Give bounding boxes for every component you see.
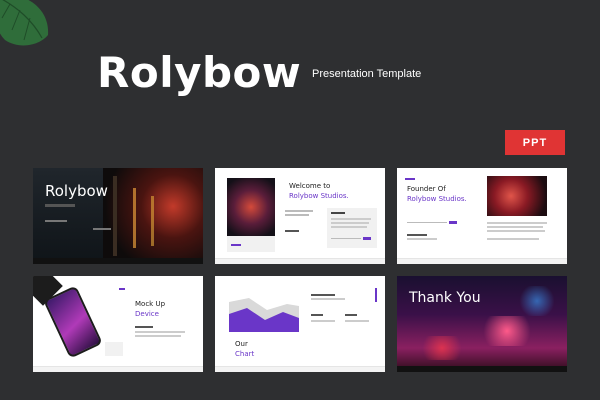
slide-chart-title-1: Our <box>235 340 248 348</box>
slide-founder-title-1: Founder Of <box>407 185 446 193</box>
slide-thumbnail-welcome[interactable]: Welcome to Rolybow Studios. <box>215 168 385 264</box>
page-title: Rolybow <box>97 48 302 97</box>
monstera-leaf-icon <box>0 0 49 46</box>
slide-thumbnail-founder[interactable]: Founder Of Rolybow Studios. <box>397 168 567 264</box>
slide-thumbnail-thankyou[interactable]: Thank You <box>397 276 567 372</box>
slide-thumbnail-chart[interactable]: Our Chart <box>215 276 385 372</box>
slide-thumbnail-mockup[interactable]: Mock Up Device <box>33 276 203 372</box>
slide-mockup-title-1: Mock Up <box>135 300 166 308</box>
slide-welcome-title-1: Welcome to <box>289 182 331 190</box>
slide-welcome-title-2: Rolybow Studios. <box>289 192 349 200</box>
page-subtitle: Presentation Template <box>312 68 422 80</box>
slide-founder-title-2: Rolybow Studios. <box>407 195 467 203</box>
slide-thankyou-title: Thank You <box>409 290 481 306</box>
ppt-badge[interactable]: PPT <box>505 130 565 155</box>
slide-mockup-title-2: Device <box>135 310 159 318</box>
slide-chart-title-2: Chart <box>235 350 255 358</box>
slide-cover-title: Rolybow <box>45 182 108 200</box>
area-chart-graphic <box>229 298 299 332</box>
slide-thumbnail-cover[interactable]: Rolybow <box>33 168 203 264</box>
